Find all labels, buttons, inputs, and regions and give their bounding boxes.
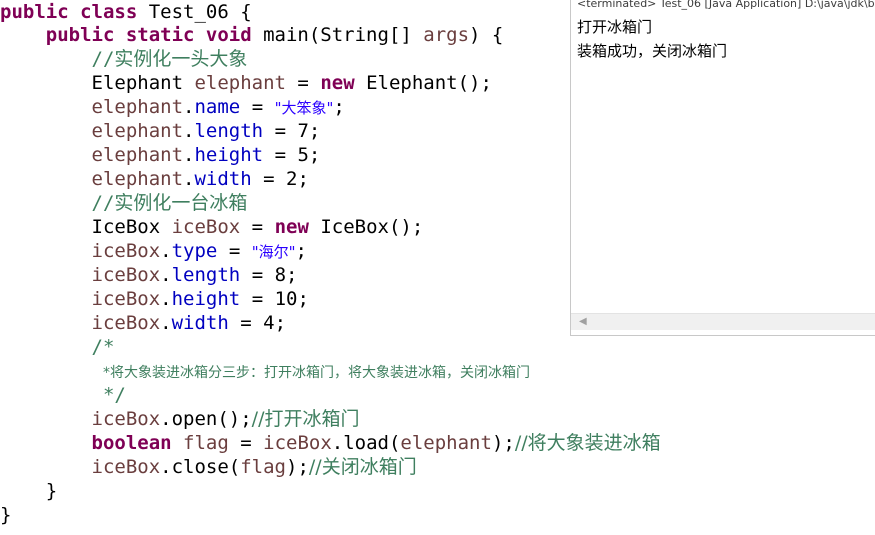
code-line-10: IceBox iceBox = new IceBox(); bbox=[0, 215, 424, 239]
code-text: ) { bbox=[469, 24, 504, 46]
code-text: IceBox(); bbox=[308, 216, 424, 238]
field: length bbox=[171, 264, 241, 286]
variable: elephant bbox=[91, 168, 184, 190]
code-text: ); bbox=[286, 456, 309, 478]
code-line-9: //实例化一台冰箱 bbox=[0, 191, 248, 215]
code-text: = bbox=[240, 216, 275, 238]
code-line-15: /* bbox=[0, 335, 115, 359]
code-line-7: elephant.height = 5; bbox=[91, 144, 321, 166]
code-text: = 4; bbox=[228, 312, 287, 334]
block-comment-open: /* bbox=[91, 336, 115, 358]
code-line-22: } bbox=[0, 503, 11, 527]
code-line-18: iceBox.open();//打开冰箱门 bbox=[0, 407, 360, 431]
code-line-16: *将大象装进冰箱分三步：打开冰箱门，将大象装进冰箱，关闭冰箱门 bbox=[0, 359, 530, 383]
code-text: .load( bbox=[331, 432, 401, 454]
code-line-17: */ bbox=[0, 383, 126, 407]
variable: elephant bbox=[91, 120, 184, 142]
comment-text: //关闭冰箱门 bbox=[308, 456, 417, 478]
code-text: = 2; bbox=[251, 168, 309, 190]
console-header: <terminated> Test_06 [Java Application] … bbox=[577, 0, 875, 10]
code-line-21: } bbox=[0, 479, 57, 503]
variable: elephant bbox=[194, 72, 286, 94]
keyword: boolean bbox=[91, 432, 172, 454]
type-name: IceBox bbox=[91, 216, 172, 238]
code-line-19: boolean flag = iceBox.load(elephant);//将… bbox=[0, 431, 661, 455]
code-line-20: iceBox.close(flag);//关闭冰箱门 bbox=[0, 455, 417, 479]
field: type bbox=[171, 240, 218, 262]
block-comment-close: */ bbox=[91, 384, 126, 406]
code-text: Elephant(); bbox=[354, 72, 492, 94]
block-comment-star: * bbox=[102, 365, 110, 381]
keyword: public static void bbox=[45, 24, 252, 46]
variable: iceBox bbox=[91, 456, 161, 478]
field: height bbox=[171, 288, 241, 310]
code-text: = bbox=[228, 432, 264, 454]
code-line-1: public class Test_06 { bbox=[0, 0, 252, 24]
type-name: Elephant bbox=[91, 72, 195, 94]
closing-brace: } bbox=[45, 480, 58, 502]
string-literal: "海尔" bbox=[251, 243, 296, 261]
string-literal: "大笨象" bbox=[274, 99, 334, 117]
field: width bbox=[171, 312, 229, 334]
code-line-12: iceBox.length = 8; bbox=[91, 264, 298, 286]
variable: flag bbox=[183, 432, 229, 454]
variable: elephant bbox=[400, 432, 492, 454]
variable: iceBox bbox=[91, 264, 161, 286]
console-view[interactable]: <terminated> Test_06 [Java Application] … bbox=[570, 0, 875, 336]
variable: iceBox bbox=[263, 432, 332, 454]
scroll-left-arrow-icon[interactable]: ◀ bbox=[579, 316, 587, 327]
variable: iceBox bbox=[91, 288, 161, 310]
class-name: Test_06 { bbox=[137, 1, 252, 23]
block-comment-text: 将大象装进冰箱分三步：打开冰箱门，将大象装进冰箱，关闭冰箱门 bbox=[109, 365, 530, 381]
comment-text: //打开冰箱门 bbox=[251, 408, 360, 430]
code-line-8: elephant.width = 2; bbox=[91, 168, 309, 190]
comment-text: //将大象装进冰箱 bbox=[514, 432, 661, 454]
code-text: = 7; bbox=[263, 120, 321, 142]
code-text: = bbox=[285, 72, 321, 94]
keyword: public class bbox=[0, 1, 138, 23]
code-text: = 5; bbox=[263, 144, 321, 166]
comment-text: 实例化一头大象 bbox=[114, 48, 248, 70]
code-line-14: iceBox.width = 4; bbox=[91, 312, 287, 334]
console-output-line: 装箱成功，关闭冰箱门 bbox=[577, 42, 728, 60]
code-line-11: iceBox.type = "海尔"; bbox=[91, 240, 307, 262]
comment-text: 实例化一台冰箱 bbox=[114, 192, 248, 214]
code-text: ); bbox=[491, 432, 515, 454]
variable: iceBox bbox=[171, 216, 241, 238]
keyword: new bbox=[320, 72, 355, 94]
horizontal-scrollbar[interactable]: ◀ bbox=[571, 313, 875, 330]
field: width bbox=[194, 168, 252, 190]
code-line-4: Elephant elephant = new Elephant(); bbox=[0, 71, 492, 95]
console-output-line: 打开冰箱门 bbox=[577, 18, 653, 36]
comment: // bbox=[91, 192, 115, 214]
keyword: new bbox=[274, 216, 309, 238]
variable: iceBox bbox=[91, 312, 161, 334]
comment: // bbox=[91, 48, 115, 70]
param-name: args bbox=[423, 24, 470, 46]
code-line-3: //实例化一头大象 bbox=[0, 47, 248, 71]
code-text: = 8; bbox=[240, 264, 298, 286]
variable: flag bbox=[240, 456, 286, 478]
variable: elephant bbox=[91, 96, 184, 118]
variable: iceBox bbox=[91, 240, 161, 262]
code-line-2: public static void main(String[] args) { bbox=[0, 23, 504, 47]
code-line-13: iceBox.height = 10; bbox=[91, 288, 309, 310]
closing-brace: } bbox=[0, 504, 12, 526]
code-line-5: elephant.name = "大笨象"; bbox=[91, 96, 345, 118]
variable: iceBox bbox=[91, 408, 161, 430]
code-line-6: elephant.length = 7; bbox=[91, 120, 321, 142]
method-signature: main(String[] bbox=[251, 24, 424, 46]
code-text: = 10; bbox=[240, 288, 309, 310]
field: height bbox=[194, 144, 264, 166]
code-text: .close( bbox=[160, 456, 241, 478]
field: length bbox=[194, 120, 264, 142]
field: name bbox=[194, 96, 241, 118]
variable: elephant bbox=[91, 144, 184, 166]
code-text: .open(); bbox=[160, 408, 252, 430]
